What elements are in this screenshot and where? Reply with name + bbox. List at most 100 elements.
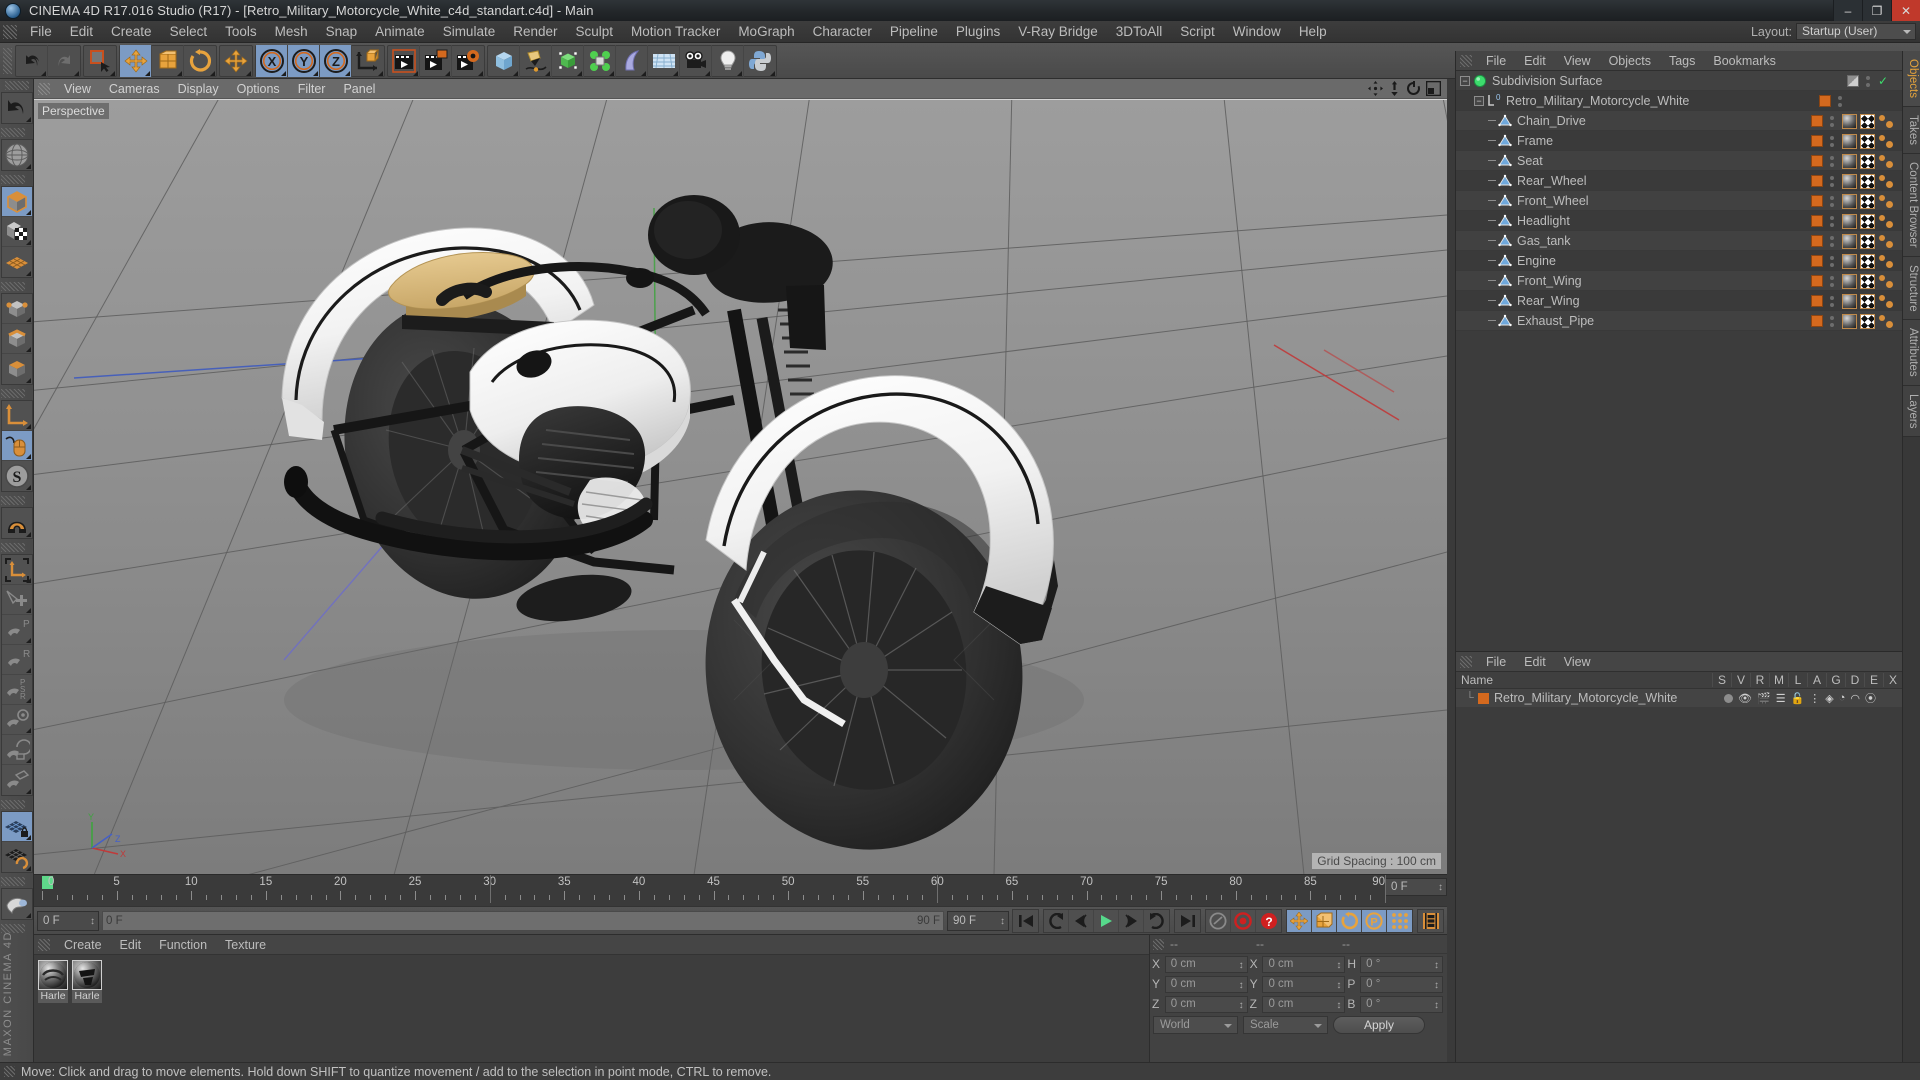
uvw-tag-icon[interactable] — [1860, 113, 1875, 129]
render-settings-button[interactable] — [452, 45, 484, 77]
object-color-tag[interactable] — [1811, 175, 1823, 187]
visibility-icon[interactable]: 👁 — [1738, 692, 1752, 705]
visibility-dot-render[interactable] — [1866, 82, 1870, 87]
uvw-tag-icon[interactable] — [1860, 293, 1875, 309]
visibility-dots[interactable] — [1830, 115, 1837, 127]
menu-item-render[interactable]: Render — [504, 21, 566, 43]
maximize-button[interactable]: ❐ — [1862, 0, 1891, 21]
viewport-menu-view[interactable]: View — [55, 79, 100, 99]
polygons-mode-button[interactable] — [2, 354, 32, 384]
visibility-dot-editor[interactable] — [1838, 95, 1842, 100]
apply-button[interactable]: Apply — [1333, 1016, 1425, 1034]
add-camera-button[interactable] — [680, 44, 712, 77]
object-color-tag[interactable] — [1819, 95, 1831, 107]
menu-item-window[interactable]: Window — [1224, 21, 1290, 43]
object-menu-tags[interactable]: Tags — [1660, 51, 1704, 71]
object-color-tag[interactable] — [1811, 235, 1823, 247]
layer-color-swatch[interactable] — [1478, 692, 1489, 704]
object-row[interactable]: Rear_Wheel — [1456, 171, 1902, 191]
menu-item-v-ray-bridge[interactable]: V-Ray Bridge — [1009, 21, 1107, 43]
point-level-animation-button[interactable] — [1387, 909, 1412, 932]
object-color-tag[interactable] — [1811, 215, 1823, 227]
object-row[interactable]: − Subdivision Surface ✓ — [1456, 71, 1902, 91]
visibility-dot-editor[interactable] — [1830, 155, 1834, 160]
world-coordinates-button[interactable] — [352, 45, 384, 77]
transform-mode-dropdown[interactable]: Scale — [1243, 1016, 1328, 1034]
make-editable-button[interactable] — [2, 140, 32, 170]
material-list[interactable]: Harle Harle — [34, 955, 1149, 1063]
record-position-button[interactable] — [1287, 909, 1312, 932]
selection-tag-icon[interactable] — [1878, 274, 1894, 289]
position-field[interactable]: 0 cm — [1164, 995, 1248, 1013]
lock-target-button[interactable] — [1, 705, 32, 735]
toolbar-grip-icon[interactable] — [3, 47, 12, 74]
right-tab-strip[interactable]: Objects Takes Content Browser Structure Attr… — [1902, 51, 1920, 1062]
go-to-end-button[interactable] — [1175, 910, 1200, 932]
left-toolbar-grip-4[interactable] — [0, 496, 25, 505]
material-menu-function[interactable]: Function — [150, 935, 216, 955]
lock-icon[interactable]: 🔓 — [1791, 692, 1805, 705]
menu-grip-icon[interactable] — [3, 24, 17, 39]
snap-button[interactable]: S — [2, 461, 32, 491]
selection-tag-icon[interactable] — [1878, 134, 1894, 149]
visibility-dot-render[interactable] — [1830, 122, 1834, 127]
object-menu-file[interactable]: File — [1477, 51, 1515, 71]
material-tag-icon[interactable] — [1842, 113, 1857, 129]
coordinates-grip-icon[interactable] — [1153, 938, 1164, 950]
visibility-dot-editor[interactable] — [1830, 295, 1834, 300]
expander-toggle[interactable]: − — [1460, 75, 1470, 86]
right-tab-content-browser[interactable]: Content Browser — [1903, 154, 1920, 257]
viewport-menu-display[interactable]: Display — [169, 79, 228, 99]
object-menu-view[interactable]: View — [1555, 51, 1600, 71]
previous-keyframe-button[interactable] — [1044, 909, 1069, 932]
layer-state-icons[interactable]: 👁 🎬 ☰ 🔓 ⋮ ◈ ◔ ◠ ⦿ — [1724, 690, 1876, 706]
selection-tag-icon[interactable] — [1878, 154, 1894, 169]
uvw-tag-icon[interactable] — [1860, 253, 1875, 269]
timeline-frame-field[interactable]: 0 F — [1385, 878, 1447, 896]
scale-tool-button[interactable] — [152, 44, 184, 77]
object-color-tag[interactable] — [1811, 195, 1823, 207]
material-manager-grip-icon[interactable] — [38, 938, 50, 951]
workplane-rotate-button[interactable] — [2, 842, 32, 872]
material-item[interactable]: Harle — [38, 960, 68, 1058]
next-keyframe-button[interactable] — [1144, 910, 1169, 932]
add-mograph-button[interactable] — [584, 44, 616, 77]
object-row[interactable]: Gas_tank — [1456, 231, 1902, 251]
visibility-dot-editor[interactable] — [1830, 195, 1834, 200]
transform-tool-button[interactable] — [220, 45, 252, 77]
texture-mode-button[interactable] — [1, 217, 32, 247]
menu-item-character[interactable]: Character — [804, 21, 881, 43]
menu-item-snap[interactable]: Snap — [317, 21, 367, 43]
render-icon[interactable]: 🎬 — [1757, 692, 1771, 705]
left-toolbar-grip-6[interactable] — [0, 800, 25, 809]
end-frame-field[interactable]: 90 F — [947, 910, 1009, 931]
rotation-field[interactable]: 0 ° — [1360, 995, 1444, 1013]
generators-icon[interactable]: ◈ — [1825, 692, 1833, 705]
object-axis-button[interactable] — [1, 401, 32, 431]
expander-toggle[interactable]: − — [1474, 95, 1484, 106]
visibility-dots[interactable] — [1830, 215, 1837, 227]
menu-item-sculpt[interactable]: Sculpt — [567, 21, 623, 43]
record-button[interactable] — [1231, 909, 1256, 932]
viewport-menu-cameras[interactable]: Cameras — [100, 79, 169, 99]
uvw-tag-icon[interactable] — [1860, 313, 1875, 329]
timeline-ruler[interactable]: 0 F 051015202530354045505560657075808590 — [34, 875, 1447, 903]
visibility-dot-render[interactable] — [1830, 222, 1834, 227]
add-environment-button[interactable] — [648, 44, 680, 77]
menu-item-plugins[interactable]: Plugins — [947, 21, 1009, 43]
object-menu-bookmarks[interactable]: Bookmarks — [1704, 51, 1785, 71]
manager-icon[interactable]: ☰ — [1776, 692, 1786, 705]
visibility-dot-render[interactable] — [1830, 262, 1834, 267]
maximize-viewport-icon[interactable] — [1426, 81, 1441, 96]
object-color-tag[interactable] — [1811, 135, 1823, 147]
viewport-menu-panel[interactable]: Panel — [334, 79, 384, 99]
object-manager-grip-icon[interactable] — [1460, 54, 1472, 67]
step-back-button[interactable] — [1069, 909, 1094, 932]
visibility-dots[interactable] — [1866, 75, 1873, 87]
selection-tag-icon[interactable] — [1878, 254, 1894, 269]
viewport-menu-options[interactable]: Options — [228, 79, 289, 99]
rotation-field[interactable]: 0 ° — [1360, 955, 1444, 973]
size-field[interactable]: 0 cm — [1262, 975, 1346, 993]
visibility-dot-editor[interactable] — [1830, 275, 1834, 280]
timeline-ruler-panel[interactable]: 0 F 051015202530354045505560657075808590 — [34, 874, 1447, 903]
